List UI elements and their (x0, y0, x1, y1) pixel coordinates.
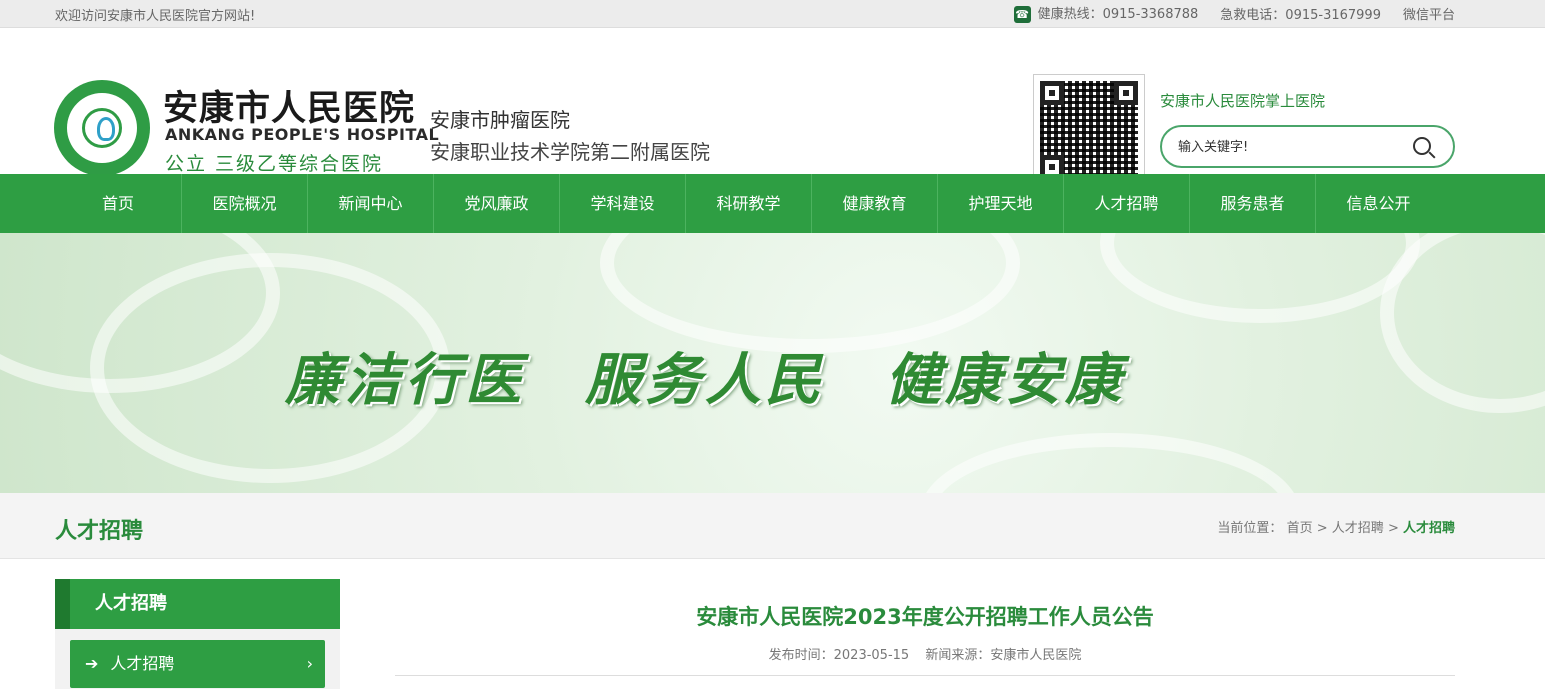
nav-item-integrity[interactable]: 党风廉政 (433, 174, 559, 233)
site-header: 安康市人民医院 ANKANG PEOPLE'S HOSPITAL 公立 三级乙等… (0, 28, 1545, 186)
banner-slogan: 廉洁行医 服务人民 健康安康 (285, 347, 1125, 413)
breadcrumb: 当前位置： 首页 > 人才招聘 > 人才招聘 (1217, 517, 1455, 536)
sidebar-body: ➔ 人才招聘 › (55, 629, 340, 689)
phone-icon: ☎ (1013, 6, 1031, 23)
main-nav: 首页 医院概况 新闻中心 党风廉政 学科建设 科研教学 健康教育 护理天地 人才… (0, 174, 1545, 233)
hospital-name-cn: 安康市人民医院 (163, 88, 416, 129)
sidebar-item-recruitment[interactable]: ➔ 人才招聘 › (70, 640, 325, 688)
breadcrumb-bar: 人才招聘 当前位置： 首页 > 人才招聘 > 人才招聘 (0, 493, 1545, 559)
alt-name-tumor-hospital: 安康市肿瘤医院 (430, 108, 570, 132)
nav-item-recruitment[interactable]: 人才招聘 (1063, 174, 1189, 233)
hotline-text: 健康热线：0915-3368788 (1037, 7, 1199, 22)
mobile-hospital-label[interactable]: 安康市人民医院掌上医院 (1160, 90, 1325, 111)
arrow-right-icon: ➔ (85, 654, 99, 673)
hospital-slogan: 公立 三级乙等综合医院 (165, 153, 384, 175)
qr-code-icon (1033, 74, 1145, 186)
sidebar: 人才招聘 ➔ 人才招聘 › (55, 579, 340, 689)
publish-time: 发布时间：2023-05-15 (768, 648, 910, 663)
welcome-text: 欢迎访问安康市人民医院官方网站! (55, 9, 256, 24)
breadcrumb-sep: > (1316, 521, 1328, 536)
chevron-right-icon: › (306, 654, 313, 673)
hero-banner: 廉洁行医 服务人民 健康安康 (0, 233, 1545, 493)
nav-item-health-education[interactable]: 健康教育 (811, 174, 937, 233)
banner-decoration (1380, 233, 1545, 413)
nav-item-disclosure[interactable]: 信息公开 (1315, 174, 1441, 233)
logo-inner (67, 93, 137, 163)
breadcrumb-current: 人才招聘 (1402, 521, 1455, 536)
sidebar-item-label: 人才招聘 (110, 654, 175, 673)
top-bar: 欢迎访问安康市人民医院官方网站! ☎ 健康热线：0915-3368788 急救电话… (0, 0, 1545, 28)
article: 安康市人民医院2023年度公开招聘工作人员公告 发布时间：2023-05-15 … (395, 579, 1455, 676)
nav-list: 首页 医院概况 新闻中心 党风廉政 学科建设 科研教学 健康教育 护理天地 人才… (55, 174, 1441, 233)
logo-emblem (82, 108, 122, 148)
hospital-name-en: ANKANG PEOPLE'S HOSPITAL (165, 125, 440, 144)
nav-item-nursing[interactable]: 护理天地 (937, 174, 1063, 233)
breadcrumb-parent[interactable]: 人才招聘 (1332, 521, 1384, 536)
banner-decoration (920, 433, 1300, 493)
qr-finder (1114, 81, 1138, 105)
emergency-text: 急救电话：0915-3167999 (1220, 7, 1381, 23)
hotline-group: ☎ 健康热线：0915-3368788 (1013, 3, 1199, 23)
nav-item-patient-services[interactable]: 服务患者 (1189, 174, 1315, 233)
search-box (1160, 125, 1455, 168)
search-icon[interactable] (1413, 137, 1431, 155)
article-title: 安康市人民医院2023年度公开招聘工作人员公告 (696, 605, 1154, 629)
qr-finder (1040, 81, 1064, 105)
breadcrumb-prefix: 当前位置： (1217, 521, 1283, 536)
nav-item-disciplines[interactable]: 学科建设 (559, 174, 685, 233)
breadcrumb-home[interactable]: 首页 (1287, 521, 1313, 536)
breadcrumb-sep: > (1387, 521, 1399, 536)
nav-item-overview[interactable]: 医院概况 (181, 174, 307, 233)
sidebar-heading: 人才招聘 (55, 579, 340, 629)
wechat-link[interactable]: 微信平台 (1403, 4, 1455, 23)
top-bar-contacts: ☎ 健康热线：0915-3368788 急救电话：0915-3167999 微信平… (1013, 3, 1455, 23)
news-source: 新闻来源：安康市人民医院 (925, 648, 1082, 663)
nav-item-news[interactable]: 新闻中心 (307, 174, 433, 233)
alt-name-affiliated-hospital: 安康职业技术学院第二附属医院 (430, 140, 710, 164)
banner-decoration (1100, 233, 1420, 323)
qr-pattern (1040, 81, 1138, 179)
search-input[interactable] (1178, 137, 1398, 157)
section-title: 人才招聘 (55, 519, 144, 544)
nav-item-research[interactable]: 科研教学 (685, 174, 811, 233)
nav-item-home[interactable]: 首页 (55, 174, 181, 233)
hospital-logo-icon[interactable] (54, 80, 150, 176)
article-meta: 发布时间：2023-05-15 新闻来源：安康市人民医院 (395, 644, 1455, 676)
